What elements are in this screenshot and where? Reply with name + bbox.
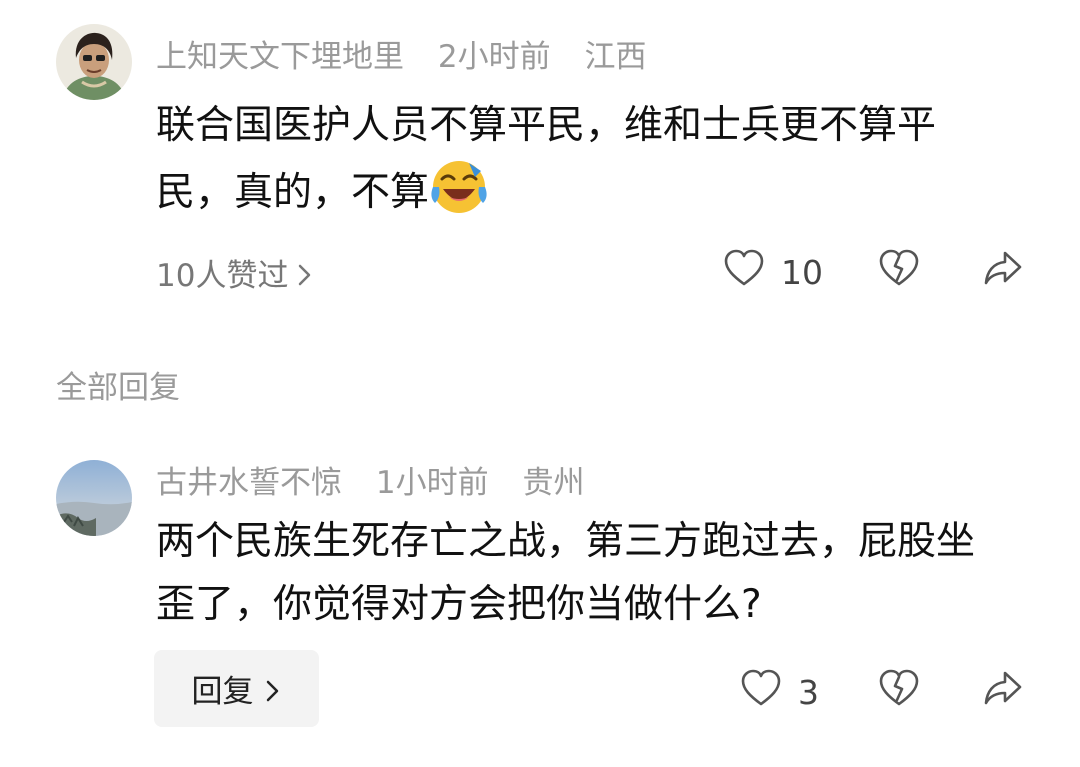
heart-outline-icon [740,668,782,716]
comment-text: 联合国医护人员不算平民，维和士兵更不算平民，真的，不算 [156,103,937,215]
comment-text: 两个民族生死存亡之战，第三方跑过去，屁股坐歪了，你觉得对方会把你当做什么? [156,519,976,627]
dislike-button[interactable] [878,668,920,716]
comment-time: 2小时前 [437,39,551,75]
share-arrow-icon [982,248,1024,296]
like-button[interactable]: 3 [740,668,819,716]
comment-location: 江西 [584,39,647,75]
reply-label: 回复 [191,674,254,710]
broken-heart-icon [878,668,920,716]
avatar[interactable] [56,24,132,100]
chevron-right-icon [264,676,282,702]
comment-meta: 上知天文下埋地里 2小时前 江西 [156,38,670,76]
dislike-button[interactable] [878,248,920,296]
comment-text-container: 联合国医护人员不算平民，维和士兵更不算平民，真的，不算 [156,94,1006,224]
share-button[interactable] [982,668,1024,716]
like-button[interactable]: 10 [723,248,823,296]
like-count: 3 [798,672,819,712]
liked-by-link[interactable]: 10人赞过 [156,250,314,295]
author-name[interactable]: 古井水誓不惊 [156,465,342,501]
comment-time: 1小时前 [375,465,489,501]
heart-outline-icon [723,248,765,296]
broken-heart-icon [878,248,920,296]
comment-meta: 古井水誓不惊 1小时前 贵州 [156,464,608,502]
laughing-crying-emoji-icon [429,157,489,217]
chevron-right-icon [296,260,314,286]
all-replies-label: 全部回复 [56,370,180,406]
like-count: 10 [781,252,823,292]
share-arrow-icon [982,668,1024,716]
comment-location: 贵州 [522,465,585,501]
reply-button[interactable]: 回复 [154,650,319,727]
avatar[interactable] [56,460,132,536]
share-button[interactable] [982,248,1024,296]
author-name[interactable]: 上知天文下埋地里 [156,39,404,75]
liked-by-text: 10人赞过 [156,258,289,294]
